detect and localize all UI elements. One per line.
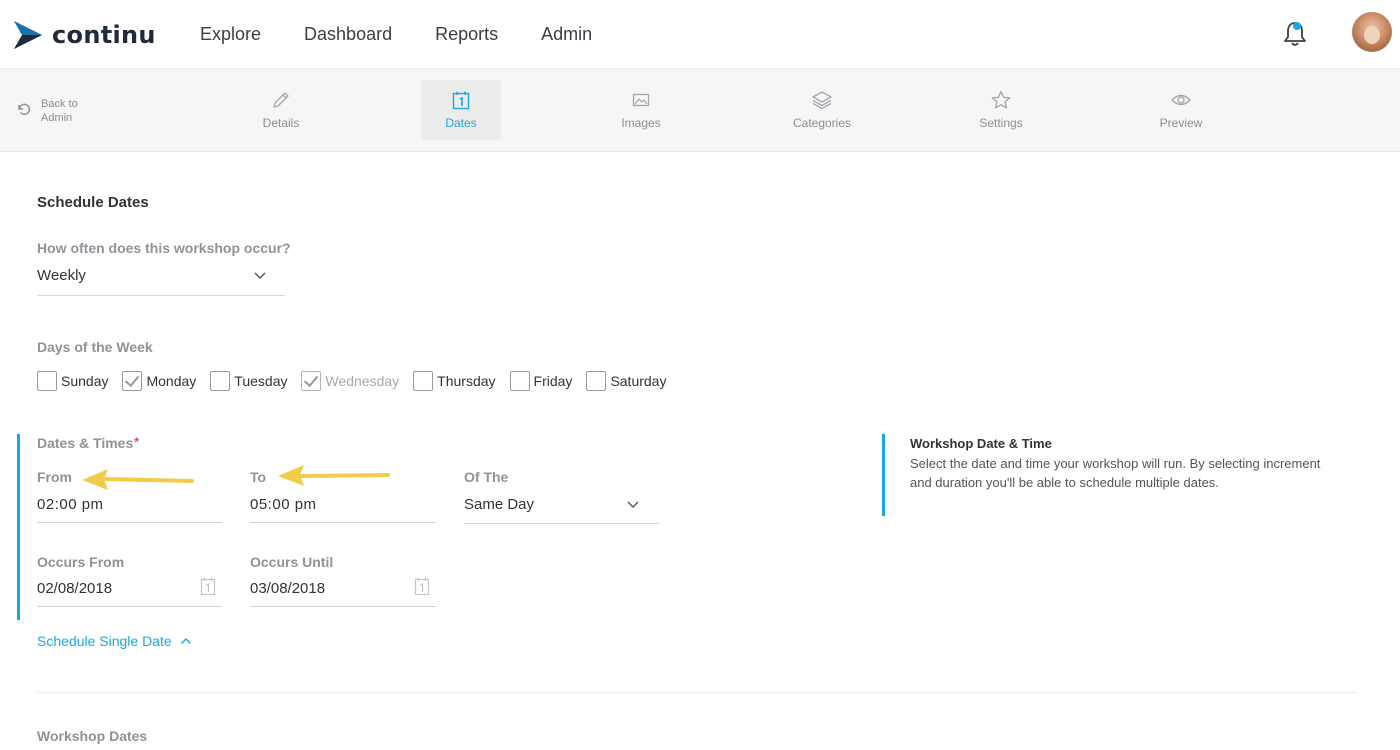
frequency-value: Weekly xyxy=(37,267,86,284)
tab-settings[interactable]: Settings xyxy=(961,80,1041,140)
wednesday-checkbox[interactable] xyxy=(301,371,322,391)
help-title: Workshop Date & Time xyxy=(910,436,1052,451)
days-of-week-group: Sunday Monday Tuesday Wednesday Thursday… xyxy=(37,371,680,391)
tab-preview-label: Preview xyxy=(1159,116,1203,130)
day-saturday[interactable]: Saturday xyxy=(586,371,666,391)
occurs-from-input[interactable]: 02/08/2018 xyxy=(37,577,222,607)
nav-admin[interactable]: Admin xyxy=(541,24,592,45)
annotation-arrow-icon xyxy=(278,465,390,486)
occurs-until-input[interactable]: 03/08/2018 xyxy=(250,577,436,607)
tab-details[interactable]: Details xyxy=(241,80,321,140)
tab-categories-label: Categories xyxy=(792,116,852,130)
nav-reports[interactable]: Reports xyxy=(435,24,498,45)
frequency-label: How often does this workshop occur? xyxy=(37,240,291,256)
occurs-until-value: 03/08/2018 xyxy=(250,580,326,597)
dates-times-label: Dates & Times* xyxy=(37,435,139,451)
star-icon xyxy=(991,90,1011,109)
calendar-icon[interactable] xyxy=(414,576,430,596)
tab-preview[interactable]: Preview xyxy=(1141,80,1221,140)
thursday-label: Thursday xyxy=(437,373,496,389)
from-label: From xyxy=(37,469,72,485)
schedule-single-date-label: Schedule Single Date xyxy=(37,633,172,649)
of-the-select[interactable]: Same Day xyxy=(464,496,660,524)
continu-logo[interactable]: continu xyxy=(12,19,156,51)
day-thursday[interactable]: Thursday xyxy=(413,371,496,391)
chevron-up-icon xyxy=(180,638,191,644)
image-icon xyxy=(632,93,650,107)
thursday-checkbox[interactable] xyxy=(413,371,434,391)
calendar-icon xyxy=(452,91,470,110)
help-text: Select the date and time your workshop w… xyxy=(910,456,1321,490)
tab-details-label: Details xyxy=(262,116,300,130)
pencil-icon xyxy=(273,92,289,108)
of-the-label: Of The xyxy=(464,469,509,485)
eye-icon xyxy=(1171,94,1191,106)
to-time-value: 05:00 pm xyxy=(250,496,317,513)
days-of-week-label: Days of the Week xyxy=(37,339,153,355)
occurs-until-label: Occurs Until xyxy=(250,554,334,570)
to-time-input[interactable]: 05:00 pm xyxy=(250,496,436,523)
layers-icon xyxy=(812,91,832,110)
tab-settings-label: Settings xyxy=(979,116,1023,130)
day-wednesday[interactable]: Wednesday xyxy=(301,371,399,391)
top-navbar: continu Explore Dashboard Reports Admin xyxy=(0,0,1400,69)
help-panel: Workshop Date & Time Select the date and… xyxy=(882,434,1342,516)
day-monday[interactable]: Monday xyxy=(122,371,196,391)
logo-arrow-icon xyxy=(14,21,42,49)
nav-dashboard[interactable]: Dashboard xyxy=(304,24,392,45)
back-to-admin-label: Back to Admin xyxy=(41,98,78,124)
main-nav: Explore Dashboard Reports Admin xyxy=(200,24,635,45)
schedule-dates-title: Schedule Dates xyxy=(37,194,149,211)
tab-dates[interactable]: Dates xyxy=(421,80,501,140)
tuesday-label: Tuesday xyxy=(234,373,288,389)
nav-explore[interactable]: Explore xyxy=(200,24,261,45)
friday-checkbox[interactable] xyxy=(509,371,530,391)
dates-times-text: Dates & Times xyxy=(37,435,134,451)
occurs-from-label: Occurs From xyxy=(37,554,125,570)
day-sunday[interactable]: Sunday xyxy=(37,371,108,391)
editor-tabs-bar: Back to Admin Details Dates Images Categ… xyxy=(0,69,1400,152)
wednesday-label: Wednesday xyxy=(325,373,400,389)
tab-categories[interactable]: Categories xyxy=(782,80,862,140)
required-mark: * xyxy=(134,435,139,449)
section-divider xyxy=(37,692,1357,693)
saturday-label: Saturday xyxy=(610,373,667,389)
tab-dates-label: Dates xyxy=(445,116,477,130)
tuesday-checkbox[interactable] xyxy=(210,371,231,391)
occurs-from-value: 02/08/2018 xyxy=(37,580,113,597)
from-time-value: 02:00 pm xyxy=(37,496,104,513)
tab-images-label: Images xyxy=(621,116,661,130)
monday-label: Monday xyxy=(146,373,197,389)
friday-label: Friday xyxy=(533,373,573,389)
frequency-select[interactable]: Weekly xyxy=(37,267,285,296)
schedule-single-date-link[interactable]: Schedule Single Date xyxy=(37,633,192,649)
workshop-dates-title: Workshop Dates xyxy=(37,728,148,744)
monday-checkbox[interactable] xyxy=(122,371,143,391)
sunday-label: Sunday xyxy=(61,373,109,389)
back-to-admin-button[interactable]: Back to Admin xyxy=(16,97,91,125)
day-tuesday[interactable]: Tuesday xyxy=(210,371,287,391)
chevron-down-icon xyxy=(254,272,266,279)
day-friday[interactable]: Friday xyxy=(509,371,573,391)
undo-icon xyxy=(18,103,31,116)
logo-text: continu xyxy=(52,21,156,49)
chevron-down-icon xyxy=(627,501,639,508)
from-time-input[interactable]: 02:00 pm xyxy=(37,496,222,523)
sunday-checkbox[interactable] xyxy=(37,371,57,391)
tab-images[interactable]: Images xyxy=(601,80,681,140)
saturday-checkbox[interactable] xyxy=(586,371,607,391)
of-the-value: Same Day xyxy=(464,496,535,513)
notification-dot xyxy=(1293,22,1301,30)
to-label: To xyxy=(250,469,267,485)
annotation-arrow-icon xyxy=(82,469,194,490)
user-avatar[interactable] xyxy=(1352,12,1392,52)
dates-times-accent-rule xyxy=(17,434,20,620)
calendar-icon[interactable] xyxy=(200,576,216,596)
